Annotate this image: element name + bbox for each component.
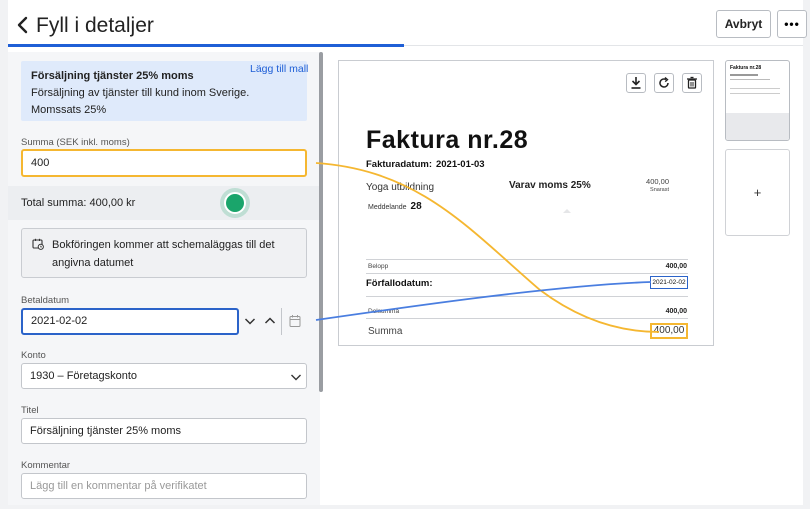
- sum-label: Summa: [368, 326, 403, 337]
- schedule-notice: Bokföringen kommer att schemaläggas till…: [21, 228, 307, 278]
- subtotal-label: Delsumma: [368, 308, 400, 315]
- invoice-divider: [366, 273, 688, 274]
- rotate-button[interactable]: [654, 73, 674, 93]
- invoice-date-value: 2021-01-03: [435, 159, 485, 170]
- invoice-title: Faktura nr.28: [366, 126, 529, 154]
- app-window: Fyll i detaljer Avbryt ••• Försäljning t…: [8, 0, 807, 505]
- hotspot-dot: [224, 192, 246, 214]
- total-row: Total summa: 400,00 kr: [8, 186, 320, 220]
- title-label: Titel: [21, 405, 39, 416]
- more-options-button[interactable]: •••: [777, 10, 807, 38]
- invoice-vat-label: Varav moms 25%: [509, 180, 591, 191]
- subtotal-value: 400,00: [665, 308, 687, 315]
- back-arrow-icon[interactable]: [14, 15, 34, 35]
- invoice-date: Fakturadatum: 2021-01-03: [366, 159, 485, 170]
- due-date-value: 2021-02-02: [650, 276, 688, 289]
- details-form: Försäljning tjänster 25% moms Försäljnin…: [8, 52, 320, 505]
- calendar-clock-icon: [32, 238, 44, 250]
- invoice-amount-small: 400,00 Snarast: [629, 177, 669, 195]
- payment-date-label: Betaldatum: [21, 295, 70, 306]
- invoice-service: Yoga utbildning: [366, 182, 435, 193]
- due-date-label: Förfallodatum:: [366, 278, 433, 289]
- download-button[interactable]: [626, 73, 646, 93]
- invoice-preview: Faktura nr.28 Fakturadatum: 2021-01-03 Yo…: [338, 60, 714, 346]
- belopp-label: Belopp: [368, 263, 389, 270]
- schedule-notice-text: Bokföringen kommer att schemaläggas till…: [52, 239, 275, 269]
- page-thumbnail[interactable]: Faktura nr.28: [725, 60, 790, 141]
- account-label: Konto: [21, 350, 46, 361]
- template-info-text: Försäljning av tjänster till kund inom S…: [31, 87, 250, 116]
- date-increment-button[interactable]: [260, 308, 280, 335]
- calendar-icon: [289, 315, 301, 327]
- invoice-divider: [366, 318, 688, 319]
- cancel-button[interactable]: Avbryt: [716, 10, 771, 38]
- account-select[interactable]: 1930 – Företagskonto: [21, 363, 307, 389]
- payment-date-input[interactable]: 2021-02-02: [21, 308, 239, 335]
- invoice-amount-small-sub: Snarast: [650, 187, 669, 193]
- invoice-message-label: Meddelande: [368, 204, 407, 211]
- amount-input[interactable]: 400: [21, 149, 307, 177]
- page-thumbnail-content: Faktura nr.28: [730, 65, 785, 117]
- chevron-up-icon: [264, 317, 276, 324]
- rotate-icon: [659, 76, 669, 88]
- trash-icon: [687, 76, 697, 89]
- invoice-message: Meddelande 28: [368, 201, 422, 212]
- caret-marker-icon: [563, 209, 571, 213]
- comment-label: Kommentar: [21, 460, 71, 471]
- amount-label: Summa (SEK inkl. moms): [21, 137, 130, 148]
- invoice-divider: [366, 296, 688, 297]
- chevron-down-icon: [244, 318, 256, 325]
- progress-bar: [8, 44, 404, 47]
- chevron-down-icon: [290, 370, 302, 382]
- thumbnail-title: Faktura nr.28: [730, 65, 762, 71]
- page-thumbnail-footer: [726, 113, 789, 140]
- header-divider: [404, 45, 803, 46]
- total-sum-text: Total summa: 400,00 kr: [21, 197, 136, 209]
- delete-button[interactable]: [682, 73, 702, 93]
- sum-value: 400,00: [650, 323, 688, 339]
- date-decrement-button[interactable]: [240, 308, 260, 335]
- belopp-value: 400,00: [665, 263, 687, 270]
- invoice-amount-small-value: 400,00: [646, 177, 669, 186]
- save-template-link[interactable]: Lägg till mall: [250, 63, 308, 75]
- header: Fyll i detaljer Avbryt •••: [8, 0, 807, 47]
- calendar-button[interactable]: [281, 308, 307, 335]
- title-input[interactable]: Försäljning tjänster 25% moms: [21, 418, 307, 444]
- invoice-date-label: Fakturadatum:: [366, 159, 432, 170]
- invoice-message-value: 28: [410, 201, 422, 212]
- download-icon: [631, 77, 641, 89]
- invoice-divider: [366, 259, 688, 260]
- page-title: Fyll i detaljer: [36, 14, 154, 37]
- add-page-button[interactable]: +: [725, 149, 790, 236]
- comment-input[interactable]: Lägg till en kommentar på verifikatet: [21, 473, 307, 499]
- form-scrollbar[interactable]: [319, 52, 323, 392]
